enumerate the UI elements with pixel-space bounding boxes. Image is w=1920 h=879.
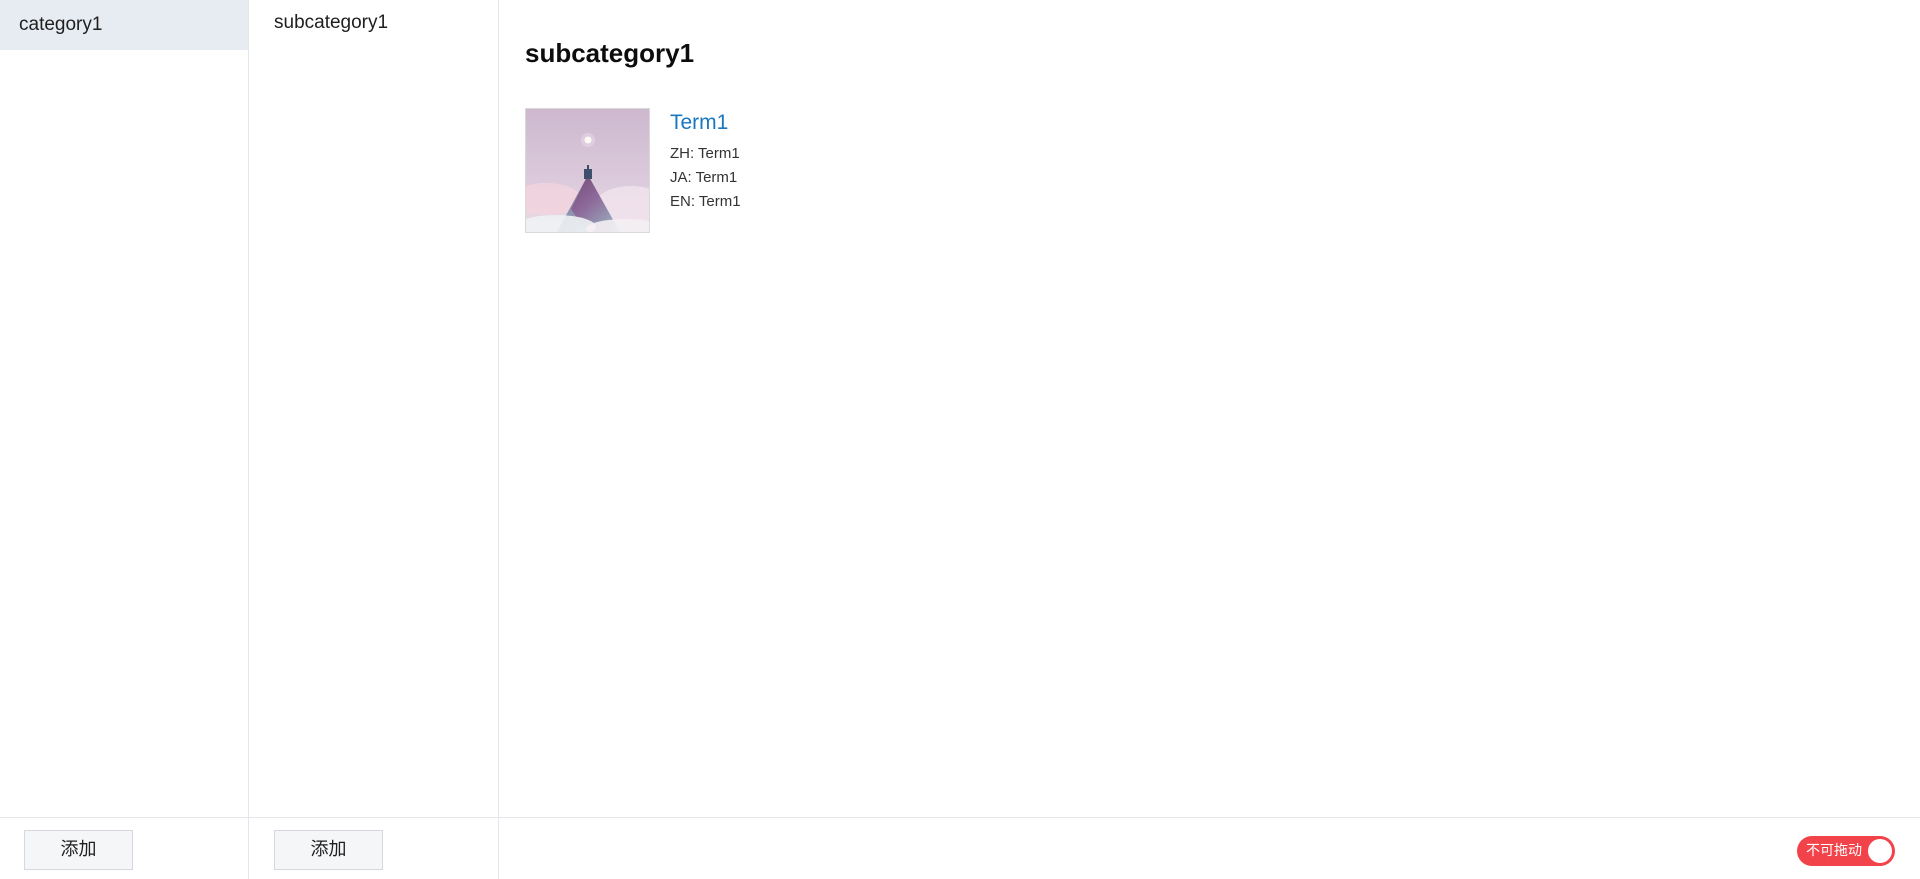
term-en-translation: EN: Term1 <box>670 193 741 210</box>
add-subcategory-button[interactable]: 添加 <box>274 830 383 870</box>
subcategory-column: subcategory1 <box>249 0 499 879</box>
category-column: category1 <box>0 0 249 879</box>
term-info: Term1 ZH: Term1 JA: Term1 EN: Term1 <box>670 108 741 233</box>
subcategory-item[interactable]: subcategory1 <box>249 0 498 46</box>
add-category-button[interactable]: 添加 <box>24 830 133 870</box>
term-name-link[interactable]: Term1 <box>670 110 741 136</box>
term-list-panel: subcategory1 Term1 ZH: Term1 JA: Term1 E… <box>499 0 1920 817</box>
term-thumbnail[interactable] <box>525 108 650 233</box>
mountain-artwork-icon <box>526 109 649 232</box>
term-zh-translation: ZH: Term1 <box>670 145 740 162</box>
term-ja-translation: JA: Term1 <box>670 169 738 186</box>
footer-bar: 添加 添加 不可拖动 <box>0 817 1920 879</box>
page-title: subcategory1 <box>525 38 695 68</box>
term-card[interactable]: Term1 ZH: Term1 JA: Term1 EN: Term1 <box>525 108 741 233</box>
footer-divider <box>498 818 499 879</box>
toggle-knob <box>1868 839 1892 863</box>
drag-toggle-switch[interactable]: 不可拖动 <box>1797 836 1895 866</box>
footer-divider <box>248 818 249 879</box>
app-root: category1 subcategory1 subcategory1 Term… <box>0 0 1920 879</box>
drag-toggle-label: 不可拖动 <box>1806 843 1862 859</box>
category-item[interactable]: category1 <box>0 0 248 50</box>
